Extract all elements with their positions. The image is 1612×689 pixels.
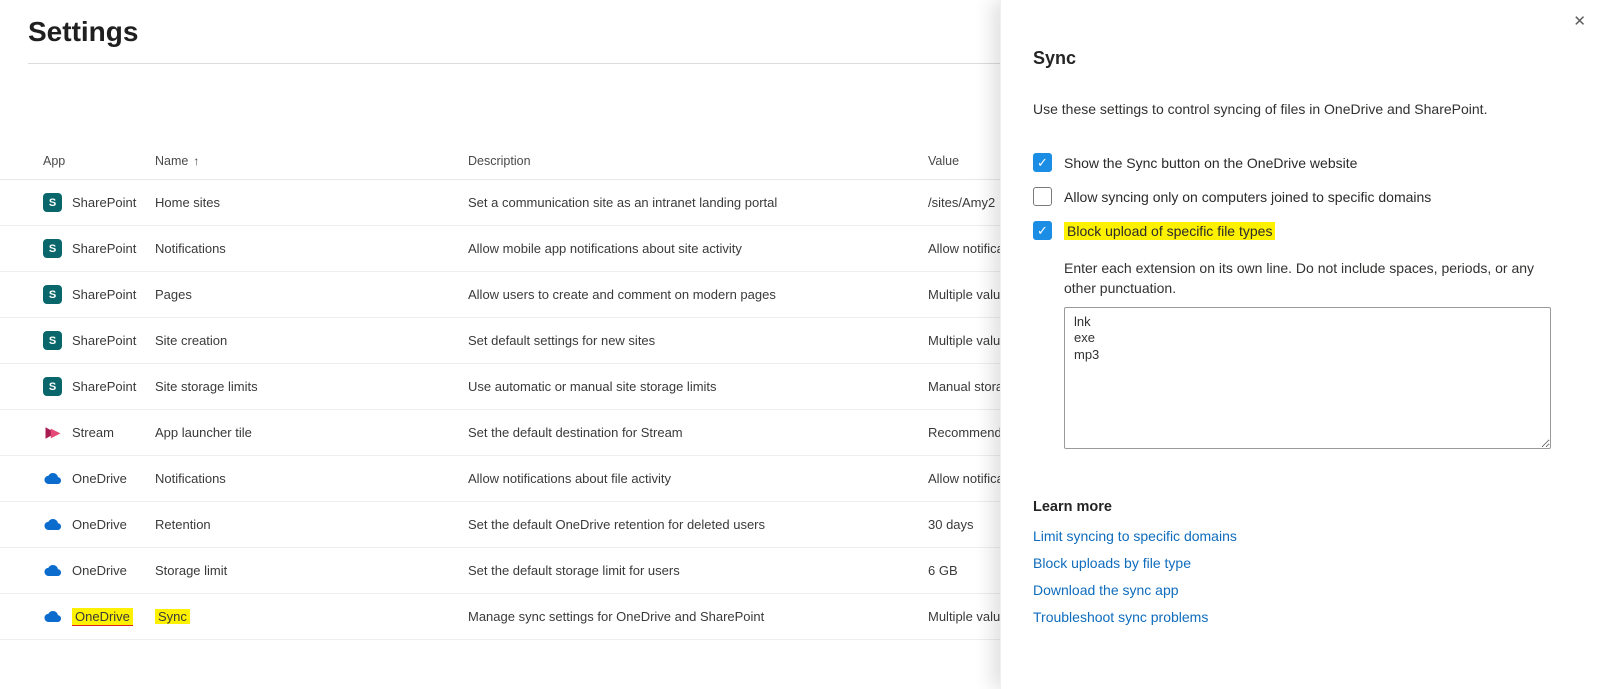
panel-title: Sync [1033,48,1077,68]
setting-name: Site storage limits [155,379,258,394]
learn-more-heading: Learn more [1033,498,1112,515]
link-block-uploads-file-type[interactable]: Block uploads by file type [1033,555,1580,571]
stream-icon [43,423,62,442]
setting-description: Set default settings for new sites [468,333,656,348]
learn-more-links: Limit syncing to specific domains Block … [1033,528,1580,625]
setting-name: Site creation [155,333,228,348]
app-name: SharePoint [72,241,137,256]
sync-panel: ✕ Sync Use these settings to control syn… [1000,0,1612,689]
option-block-file-types[interactable]: ✓ Block upload of specific file types [1033,221,1580,240]
option-label: Allow syncing only on computers joined t… [1064,188,1432,205]
sort-ascending-icon: ↑ [193,153,200,168]
checkbox[interactable]: ✓ [1033,221,1052,240]
sharepoint-icon: S [43,193,62,212]
close-icon[interactable]: ✕ [1573,12,1586,30]
link-troubleshoot-sync[interactable]: Troubleshoot sync problems [1033,609,1580,625]
app-name: OneDrive [72,471,127,486]
app-name: SharePoint [72,379,137,394]
setting-name: Notifications [155,241,226,256]
setting-description: Allow users to create and comment on mod… [468,287,776,302]
onedrive-icon [43,515,62,534]
option-label: Block upload of specific file types [1064,221,1276,240]
setting-name: Notifications [155,471,226,486]
checkbox[interactable]: ✓ [1033,153,1052,172]
onedrive-icon [43,469,62,488]
column-header-name-label: Name [155,153,189,168]
panel-description: Use these settings to control syncing of… [1033,101,1488,117]
setting-name: Pages [155,287,192,302]
sharepoint-icon: S [43,285,62,304]
setting-name: App launcher tile [155,425,252,440]
checkmark-icon: ✓ [1037,223,1048,238]
setting-description: Set the default OneDrive retention for d… [468,517,766,532]
option-label: Show the Sync button on the OneDrive web… [1064,154,1358,171]
sharepoint-icon: S [43,331,62,350]
setting-description: Set a communication site as an intranet … [468,195,778,210]
extensions-help-text: Enter each extension on its own line. Do… [1064,260,1535,297]
checkbox[interactable]: ✓ [1033,187,1052,206]
column-header-name[interactable]: Name ↑ [155,154,468,168]
setting-name: Sync [155,609,190,624]
settings-page: Settings App Name ↑ Description Value S Sh… [0,0,1612,689]
onedrive-icon [43,561,62,580]
setting-description: Allow notifications about file activity [468,471,672,486]
onedrive-icon [43,607,62,626]
checkmark-icon: ✓ [1037,155,1048,170]
app-name: SharePoint [72,333,137,348]
setting-description: Allow mobile app notifications about sit… [468,241,742,256]
app-name: SharePoint [72,287,137,302]
setting-name: Storage limit [155,563,228,578]
app-name: OneDrive [72,608,133,625]
setting-description: Manage sync settings for OneDrive and Sh… [468,609,765,624]
app-name: SharePoint [72,195,137,210]
blocked-extensions-input[interactable]: lnk exe mp3 [1064,306,1551,449]
column-header-description[interactable]: Description [468,154,928,168]
setting-name: Home sites [155,195,221,210]
link-limit-syncing-domains[interactable]: Limit syncing to specific domains [1033,528,1580,544]
link-download-sync-app[interactable]: Download the sync app [1033,582,1580,598]
column-header-app[interactable]: App [43,154,155,168]
sharepoint-icon: S [43,239,62,258]
setting-description: Use automatic or manual site storage lim… [468,379,717,394]
setting-name: Retention [155,517,211,532]
app-name: OneDrive [72,517,127,532]
app-name: OneDrive [72,563,127,578]
sharepoint-icon: S [43,377,62,396]
option-domain-join-only[interactable]: ✓ Allow syncing only on computers joined… [1033,187,1580,206]
app-name: Stream [72,425,114,440]
setting-description: Set the default destination for Stream [468,425,683,440]
option-show-sync-button[interactable]: ✓ Show the Sync button on the OneDrive w… [1033,153,1580,172]
setting-description: Set the default storage limit for users [468,563,680,578]
sync-options: ✓ Show the Sync button on the OneDrive w… [1033,153,1580,240]
